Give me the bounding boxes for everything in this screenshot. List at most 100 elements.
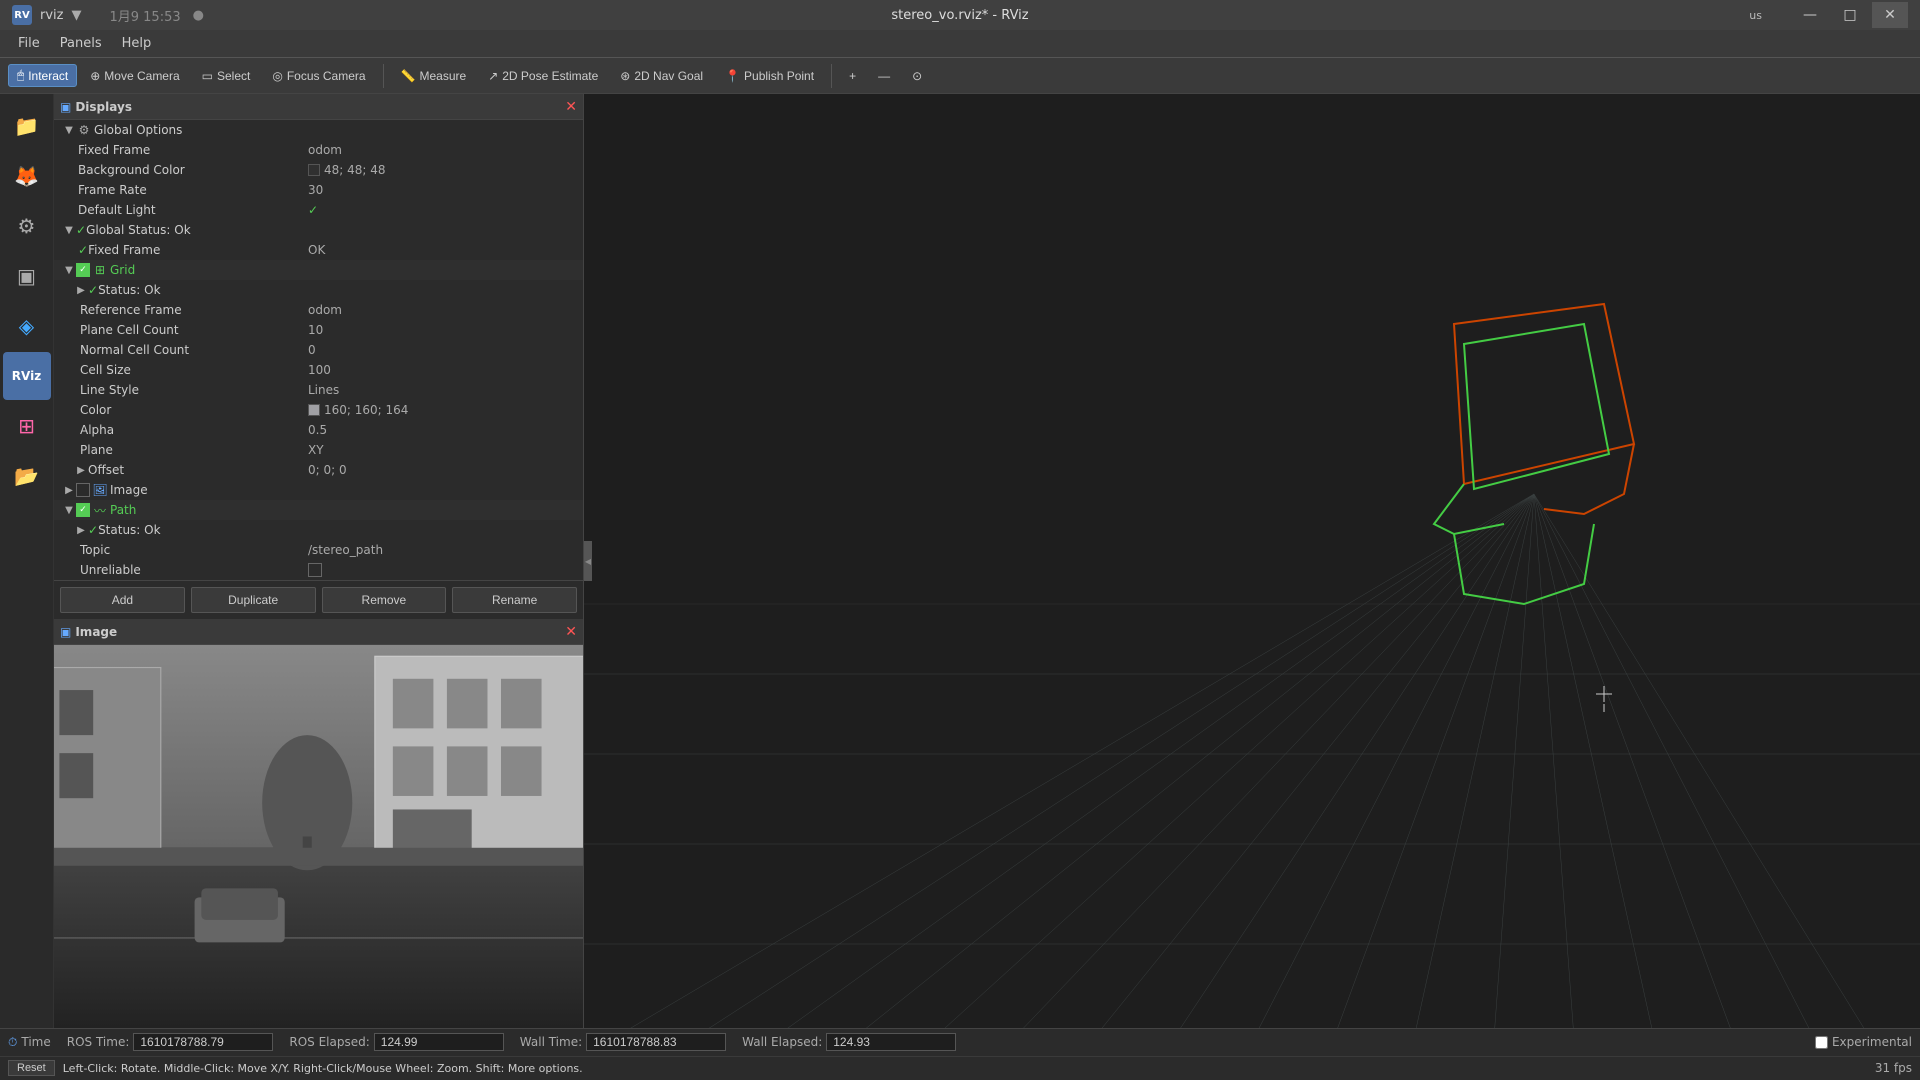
dropdown-arrow[interactable]: ▼	[71, 8, 81, 23]
reset-btn[interactable]: Reset	[8, 1060, 55, 1076]
view-reset-btn[interactable]: ⊙	[903, 65, 931, 87]
sidebar-vscode[interactable]: ◈	[3, 302, 51, 350]
image-checkbox[interactable]	[76, 483, 90, 497]
fixed-frame-label: Fixed Frame	[78, 143, 150, 157]
image-panel-close[interactable]: ✕	[565, 624, 577, 640]
sidebar-files[interactable]: 📁	[3, 102, 51, 150]
focus-label: Focus Camera	[287, 69, 366, 83]
top-sys-indicators: us	[1743, 9, 1768, 22]
tree-scroll[interactable]: ▼ ⚙ Global Options Fixed Frame	[54, 120, 583, 580]
add-btn[interactable]: Add	[60, 587, 185, 613]
sidebar-rviz[interactable]: RViz	[3, 352, 51, 400]
plane-cell-count-value[interactable]: 10	[308, 323, 583, 337]
normal-cell-count-value[interactable]: 0	[308, 343, 583, 357]
fixed-frame-status-row[interactable]: ✓ Fixed Frame OK	[54, 240, 583, 260]
ref-frame-value[interactable]: odom	[308, 303, 583, 317]
minimize-btn[interactable]: —	[1792, 2, 1828, 28]
remove-btn[interactable]: Remove	[322, 587, 447, 613]
line-style-value[interactable]: Lines	[308, 383, 583, 397]
fps-counter: 31 fps	[1875, 1061, 1912, 1075]
global-options-arrow[interactable]: ▼	[62, 123, 76, 137]
default-light-row[interactable]: Default Light ✓	[54, 200, 583, 220]
normal-cell-count-row[interactable]: Normal Cell Count 0	[54, 340, 583, 360]
topic-row[interactable]: Topic /stereo_path	[54, 540, 583, 560]
color-row[interactable]: Color 160; 160; 164	[54, 400, 583, 420]
offset-value[interactable]: 0; 0; 0	[308, 463, 583, 477]
cell-size-row[interactable]: Cell Size 100	[54, 360, 583, 380]
close-btn[interactable]: ✕	[1872, 2, 1908, 28]
color-value[interactable]: 160; 160; 164	[308, 403, 583, 417]
experimental-checkbox[interactable]	[1815, 1036, 1828, 1049]
fixed-frame-row[interactable]: Fixed Frame odom	[54, 140, 583, 160]
view-minus-btn[interactable]: —	[869, 65, 899, 87]
global-status-arrow[interactable]: ▼	[62, 223, 76, 237]
grid-arrow[interactable]: ▼	[62, 263, 76, 277]
alpha-row[interactable]: Alpha 0.5	[54, 420, 583, 440]
maximize-btn[interactable]: □	[1832, 2, 1868, 28]
wall-elapsed-input[interactable]	[826, 1033, 956, 1051]
sidebar-browser[interactable]: 🦊	[3, 152, 51, 200]
plane-cell-count-label: Plane Cell Count	[80, 323, 179, 337]
path-status-row[interactable]: ▶ ✓ Status: Ok	[54, 520, 583, 540]
image-display-row[interactable]: ▶ 🖼 Image	[54, 480, 583, 500]
line-style-row[interactable]: Line Style Lines	[54, 380, 583, 400]
path-arrow[interactable]: ▼	[62, 503, 76, 517]
plane-row[interactable]: Plane XY	[54, 440, 583, 460]
ros-time-input[interactable]	[133, 1033, 273, 1051]
ros-elapsed-input[interactable]	[374, 1033, 504, 1051]
menu-file[interactable]: File	[8, 32, 50, 55]
image-arrow[interactable]: ▶	[62, 483, 76, 497]
panel-collapse-handle[interactable]: ◀	[584, 541, 592, 581]
publish-point-btn[interactable]: 📍 Publish Point	[716, 65, 823, 87]
default-light-check[interactable]: ✓	[308, 203, 583, 217]
move-camera-btn[interactable]: ⊕ Move Camera	[81, 65, 188, 87]
ref-frame-row[interactable]: Reference Frame odom	[54, 300, 583, 320]
frame-rate-value[interactable]: 30	[308, 183, 583, 197]
3d-viewport[interactable]: ◀	[584, 94, 1920, 1028]
displays-panel-close[interactable]: ✕	[565, 99, 577, 115]
sidebar-terminal[interactable]: ▣	[3, 252, 51, 300]
sidebar-folder2[interactable]: 📂	[3, 452, 51, 500]
offset-row[interactable]: ▶ Offset 0; 0; 0	[54, 460, 583, 480]
view-add-btn[interactable]: +	[840, 65, 865, 87]
offset-arrow[interactable]: ▶	[74, 463, 88, 477]
sidebar-matrix[interactable]: ⊞	[3, 402, 51, 450]
unreliable-value[interactable]	[308, 563, 583, 577]
path-label: Path	[110, 503, 136, 517]
unreliable-checkbox[interactable]	[308, 563, 322, 577]
fixed-frame-value[interactable]: odom	[308, 143, 583, 157]
select-btn[interactable]: ▭ Select	[193, 65, 260, 87]
global-options-row[interactable]: ▼ ⚙ Global Options	[54, 120, 583, 140]
path-row[interactable]: ▼ ✓ 〰 Path	[54, 500, 583, 520]
sidebar-settings[interactable]: ⚙	[3, 202, 51, 250]
measure-btn[interactable]: 📏 Measure	[392, 65, 476, 87]
menu-panels[interactable]: Panels	[50, 32, 112, 55]
menu-help[interactable]: Help	[112, 32, 162, 55]
grid-row[interactable]: ▼ ✓ ⊞ Grid	[54, 260, 583, 280]
path-status-arrow[interactable]: ▶	[74, 523, 88, 537]
menubar: File Panels Help	[0, 30, 1920, 58]
cell-size-value[interactable]: 100	[308, 363, 583, 377]
alpha-value[interactable]: 0.5	[308, 423, 583, 437]
2d-nav-btn[interactable]: ⊛ 2D Nav Goal	[611, 65, 712, 87]
grid-status-arrow[interactable]: ▶	[74, 283, 88, 297]
unreliable-row[interactable]: Unreliable	[54, 560, 583, 580]
path-checkbox[interactable]: ✓	[76, 503, 90, 517]
grid-checkbox[interactable]: ✓	[76, 263, 90, 277]
frame-rate-row[interactable]: Frame Rate 30	[54, 180, 583, 200]
bg-color-row[interactable]: Background Color 48; 48; 48	[54, 160, 583, 180]
grid-status-row[interactable]: ▶ ✓ Status: Ok	[54, 280, 583, 300]
global-status-row[interactable]: ▼ ✓ Global Status: Ok	[54, 220, 583, 240]
wall-time-input[interactable]	[586, 1033, 726, 1051]
reset-icon: ⊙	[912, 69, 922, 83]
rename-btn[interactable]: Rename	[452, 587, 577, 613]
ros-time-label: ROS Time:	[67, 1035, 130, 1049]
focus-camera-btn[interactable]: ◎ Focus Camera	[263, 65, 374, 87]
interact-btn[interactable]: 🖱 Interact	[8, 64, 77, 87]
duplicate-btn[interactable]: Duplicate	[191, 587, 316, 613]
bg-color-value[interactable]: 48; 48; 48	[308, 163, 583, 177]
plane-cell-count-row[interactable]: Plane Cell Count 10	[54, 320, 583, 340]
plane-value[interactable]: XY	[308, 443, 583, 457]
2d-pose-btn[interactable]: ↗ 2D Pose Estimate	[479, 65, 607, 87]
topic-value[interactable]: /stereo_path	[308, 543, 583, 557]
